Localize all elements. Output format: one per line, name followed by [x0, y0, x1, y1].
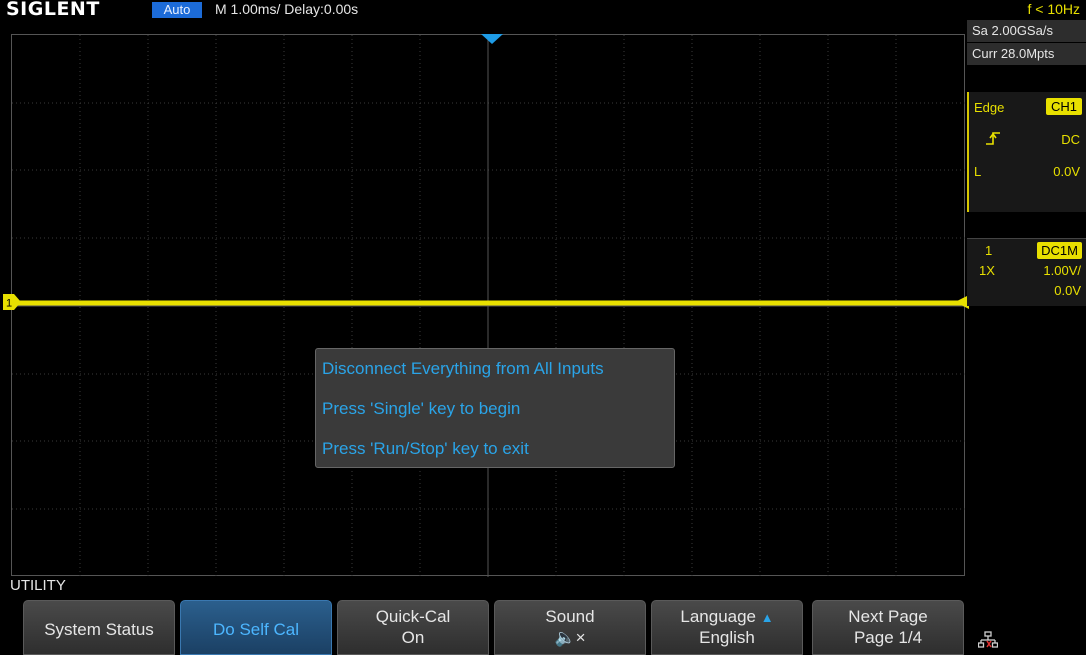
menu-title: UTILITY: [10, 577, 66, 594]
page-indicator: Page 1/4: [853, 628, 923, 647]
top-status-bar: SIGLENT Auto M 1.00ms/ Delay:0.00s f < 1…: [0, 0, 1086, 20]
channel1-info-box[interactable]: 1 DC1M 1X 1.00V/ 0.0V: [967, 238, 1086, 306]
trigger-info-box[interactable]: Edge CH1 DC L 0.0V: [967, 92, 1086, 212]
quick-cal-button[interactable]: Quick-Cal On: [337, 600, 489, 655]
trigger-source-badge: CH1: [1045, 98, 1082, 115]
trigger-level-value: 0.0V: [1053, 164, 1080, 179]
quick-cal-label: Quick-Cal: [375, 607, 451, 626]
do-self-cal-button[interactable]: Do Self Cal: [180, 600, 332, 655]
vertical-scale: 1.00V/: [1043, 263, 1081, 278]
language-value: English: [699, 628, 755, 647]
trigger-coupling: DC: [1061, 132, 1080, 147]
quick-cal-value: On: [401, 628, 425, 647]
trigger-position-marker[interactable]: [481, 34, 503, 44]
speaker-muted-icon: 🔈×: [554, 628, 586, 647]
rising-edge-icon: [986, 132, 1000, 145]
ch1-offset-marker[interactable]: 1: [3, 294, 21, 310]
sound-label: Sound: [545, 607, 595, 626]
svg-text:1: 1: [6, 298, 12, 310]
self-cal-dialog: Disconnect Everything from All Inputs Pr…: [315, 348, 675, 468]
right-info-panel: Sa 2.00GSa/s Curr 28.0Mpts Edge CH1 DC L…: [967, 20, 1086, 576]
brand-logo: SIGLENT: [6, 0, 100, 20]
waveform-display[interactable]: [11, 34, 966, 577]
frequency-counter: f < 10Hz: [1027, 1, 1080, 17]
graticule: [12, 35, 966, 577]
next-page-button[interactable]: Next Page Page 1/4: [812, 600, 964, 655]
dialog-instruction-begin: Press 'Single' key to begin: [322, 399, 521, 418]
vertical-offset: 0.0V: [1054, 283, 1081, 298]
trigger-type: Edge: [974, 100, 1005, 115]
memory-depth: Curr 28.0Mpts: [967, 43, 1086, 65]
dialog-instruction-exit: Press 'Run/Stop' key to exit: [322, 439, 529, 458]
sound-button[interactable]: Sound 🔈×: [494, 600, 646, 655]
sample-rate: Sa 2.00GSa/s: [967, 20, 1086, 42]
channel-coupling-badge: DC1M: [1037, 242, 1082, 259]
trigger-level-label: L: [974, 164, 982, 179]
language-label: Language: [680, 607, 757, 626]
channel-number: 1: [985, 243, 993, 258]
language-button[interactable]: Language ▲ English: [651, 600, 803, 655]
softkey-bar: System Status Do Self Cal Quick-Cal On S…: [0, 600, 1086, 655]
network-disconnected-icon: [978, 631, 998, 648]
network-status-area: [967, 600, 1086, 655]
system-status-label: System Status: [44, 620, 154, 639]
dialog-instruction-disconnect: Disconnect Everything from All Inputs: [322, 359, 604, 378]
probe-attenuation: 1X: [979, 263, 995, 278]
next-page-label: Next Page: [848, 607, 928, 626]
system-status-button[interactable]: System Status: [23, 600, 175, 655]
trigger-mode-badge: Auto: [152, 2, 202, 18]
do-self-cal-label: Do Self Cal: [213, 620, 299, 639]
up-arrow-icon: ▲: [760, 610, 774, 625]
timebase-readout: M 1.00ms/ Delay:0.00s: [215, 1, 359, 17]
